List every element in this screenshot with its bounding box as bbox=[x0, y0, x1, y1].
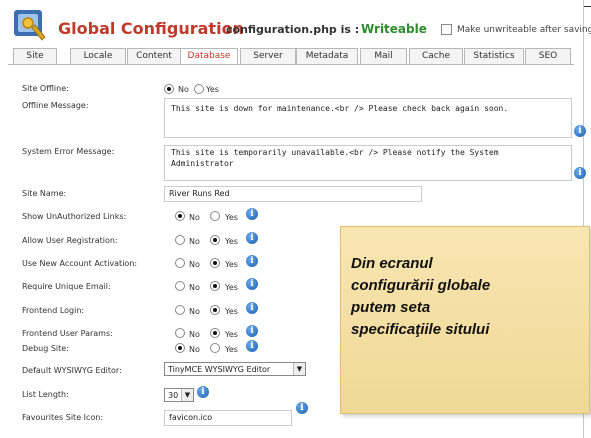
status-badge: Writeable bbox=[361, 22, 427, 36]
editor-value: TinyMCE WYSIWYG Editor bbox=[168, 365, 271, 374]
header: Global Configuration configuration.php i… bbox=[0, 0, 591, 46]
tab-seo[interactable]: SEO bbox=[525, 48, 571, 64]
tab-bar: Site Locale Content Database Server Meta… bbox=[8, 48, 574, 65]
frontend-params-no-radio[interactable] bbox=[175, 328, 185, 338]
tab-mail[interactable]: Mail bbox=[360, 48, 407, 64]
new-activation-no-label: No bbox=[189, 260, 200, 269]
tab-statistics[interactable]: Statistics bbox=[464, 48, 524, 64]
new-activation-yes-radio[interactable] bbox=[210, 258, 220, 268]
callout-box: Din ecranul configurării globale putem s… bbox=[340, 226, 590, 414]
info-icon[interactable]: i bbox=[246, 302, 258, 314]
frontend-login-label: Frontend Login: bbox=[22, 306, 85, 315]
unique-email-yes-label: Yes bbox=[225, 283, 238, 292]
show-unauth-yes-label: Yes bbox=[225, 213, 238, 222]
site-name-label: Site Name: bbox=[22, 189, 67, 198]
page-title: Global Configuration bbox=[58, 19, 244, 38]
frontend-login-no-radio[interactable] bbox=[175, 305, 185, 315]
offline-message-textarea[interactable]: This site is down for maintenance.<br />… bbox=[164, 98, 572, 138]
debug-label: Debug Site: bbox=[22, 344, 69, 353]
info-icon[interactable]: i bbox=[197, 386, 209, 398]
site-offline-yes-radio[interactable] bbox=[194, 84, 204, 94]
offline-message-text: This site is down for maintenance.<br />… bbox=[171, 104, 509, 113]
unique-email-label: Require Unique Email: bbox=[22, 282, 111, 291]
tab-divider bbox=[8, 64, 574, 65]
list-length-select[interactable]: 30 ▼ bbox=[164, 388, 194, 402]
favicon-input[interactable]: favicon.ico bbox=[164, 410, 292, 426]
system-error-line1: This site is temporarily unavailable.<br… bbox=[171, 148, 499, 157]
show-unauth-yes-radio[interactable] bbox=[210, 211, 220, 221]
config-file-label: configuration.php is : bbox=[226, 23, 360, 36]
tab-site[interactable]: Site bbox=[13, 48, 57, 64]
info-icon[interactable]: i bbox=[574, 167, 586, 179]
tab-content[interactable]: Content bbox=[127, 48, 181, 64]
tab-cache[interactable]: Cache bbox=[409, 48, 463, 64]
frontend-login-yes-radio[interactable] bbox=[210, 305, 220, 315]
config-logo-icon bbox=[10, 6, 48, 42]
system-error-line2: Administrator bbox=[171, 159, 234, 168]
debug-yes-label: Yes bbox=[225, 345, 238, 354]
unique-email-yes-radio[interactable] bbox=[210, 281, 220, 291]
tab-locale[interactable]: Locale bbox=[70, 48, 126, 64]
unique-email-no-radio[interactable] bbox=[175, 281, 185, 291]
tab-database[interactable]: Database bbox=[180, 48, 238, 65]
callout-line: Din ecranul bbox=[351, 255, 433, 272]
new-activation-label: Use New Account Activation: bbox=[22, 259, 138, 268]
frontend-login-yes-label: Yes bbox=[225, 307, 238, 316]
site-offline-label: Site Offline: bbox=[22, 84, 69, 93]
frontend-params-yes-radio[interactable] bbox=[210, 328, 220, 338]
debug-no-label: No bbox=[189, 345, 200, 354]
debug-no-radio[interactable] bbox=[175, 343, 185, 353]
frontend-params-yes-label: Yes bbox=[225, 330, 238, 339]
system-error-textarea[interactable]: This site is temporarily unavailable.<br… bbox=[164, 145, 572, 181]
editor-select[interactable]: TinyMCE WYSIWYG Editor ▼ bbox=[164, 362, 306, 376]
info-icon[interactable]: i bbox=[246, 208, 258, 220]
unwriteable-label: Make unwriteable after saving bbox=[457, 25, 591, 35]
site-name-input[interactable]: River Runs Red bbox=[164, 186, 422, 202]
site-offline-no-radio[interactable] bbox=[164, 84, 174, 94]
allow-reg-yes-radio[interactable] bbox=[210, 235, 220, 245]
info-icon[interactable]: i bbox=[574, 125, 586, 137]
tab-server[interactable]: Server bbox=[240, 48, 296, 64]
new-activation-no-radio[interactable] bbox=[175, 258, 185, 268]
allow-reg-yes-label: Yes bbox=[225, 237, 238, 246]
callout-text: Din ecranul configurării globale putem s… bbox=[351, 253, 583, 341]
show-unauth-no-label: No bbox=[189, 213, 200, 222]
site-offline-no-label: No bbox=[178, 85, 189, 94]
callout-line: specificaţiile sitului bbox=[351, 321, 490, 338]
info-icon[interactable]: i bbox=[296, 402, 308, 414]
site-offline-yes-label: Yes bbox=[206, 85, 219, 94]
tab-metadata[interactable]: Metadata bbox=[296, 48, 358, 64]
unwriteable-checkbox[interactable] bbox=[441, 24, 452, 35]
frontend-params-label: Frontend User Params: bbox=[22, 329, 113, 338]
editor-label: Default WYSIWYG Editor: bbox=[22, 366, 122, 375]
allow-reg-no-label: No bbox=[189, 237, 200, 246]
debug-yes-radio[interactable] bbox=[210, 343, 220, 353]
chevron-down-icon: ▼ bbox=[181, 389, 193, 401]
show-unauth-label: Show UnAuthorized Links: bbox=[22, 212, 127, 221]
allow-reg-label: Allow User Registration: bbox=[22, 236, 118, 245]
show-unauth-no-radio[interactable] bbox=[175, 211, 185, 221]
callout-line: configurării globale bbox=[351, 277, 491, 294]
frontend-params-no-label: No bbox=[189, 330, 200, 339]
offline-message-label: Offline Message: bbox=[22, 101, 89, 110]
allow-reg-no-radio[interactable] bbox=[175, 235, 185, 245]
info-icon[interactable]: i bbox=[246, 232, 258, 244]
callout-line: putem seta bbox=[351, 299, 431, 316]
info-icon[interactable]: i bbox=[246, 325, 258, 337]
unique-email-no-label: No bbox=[189, 283, 200, 292]
list-length-value: 30 bbox=[168, 391, 179, 400]
info-icon[interactable]: i bbox=[246, 278, 258, 290]
info-icon[interactable]: i bbox=[246, 340, 258, 352]
frontend-login-no-label: No bbox=[189, 307, 200, 316]
info-icon[interactable]: i bbox=[246, 255, 258, 267]
new-activation-yes-label: Yes bbox=[225, 260, 238, 269]
chevron-down-icon: ▼ bbox=[293, 363, 305, 375]
favicon-label: Favourites Site Icon: bbox=[22, 413, 104, 422]
list-length-label: List Length: bbox=[22, 390, 69, 399]
system-error-label: System Error Message: bbox=[22, 147, 115, 156]
